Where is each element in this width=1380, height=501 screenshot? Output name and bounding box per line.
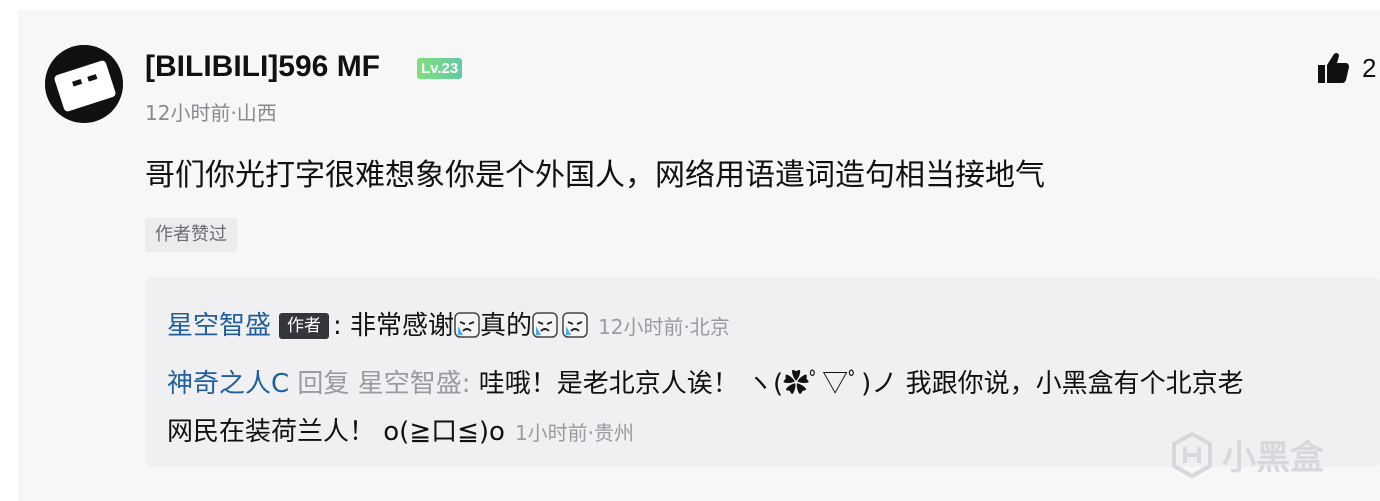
like-count: 2 <box>1362 52 1377 83</box>
like-button[interactable]: 2 <box>1316 50 1376 86</box>
thumbs-up-icon <box>1318 52 1349 83</box>
crying-emoji-icon <box>532 312 558 338</box>
reply-item: 星空智盛 作者: 非常感谢 真的 12小时前·北京 <box>167 305 730 342</box>
author-liked-tag: 作者赞过 <box>145 218 237 252</box>
reply-author-name[interactable]: 星空智盛 <box>167 311 271 341</box>
reply-word: 回复 <box>297 369 350 399</box>
reply-time-location: 12小时前·北京 <box>598 315 730 339</box>
username[interactable]: [BILIBILI]596 MF <box>145 50 380 84</box>
comment-text: 哥们你光打字很难想象你是个外国人，网络用语遣词造句相当接地气 <box>145 158 1045 193</box>
xiaoheihe-logo-icon <box>1172 431 1212 478</box>
crying-emoji-icon <box>562 312 588 338</box>
author-badge: 作者 <box>279 313 330 339</box>
reply-text-mid: 真的 <box>480 311 533 341</box>
reply-text-prefix: : 非常感谢 <box>333 311 455 341</box>
reply-time-location: 1小时前·贵州 <box>514 421 635 445</box>
reply-item: 神奇之人C 回复 星空智盛: 哇哦！是老北京人诶！ ヽ(✿ﾟ▽ﾟ)ノ 我跟你说，… <box>167 363 1244 400</box>
user-avatar[interactable] <box>45 45 123 123</box>
reply-to-name[interactable]: 星空智盛 <box>358 369 462 399</box>
crying-emoji-icon <box>454 312 480 338</box>
comment-time-location: 12小时前·山西 <box>145 101 277 125</box>
reply-item-continued: 网民在装荷兰人！ o(≧口≦)o 1小时前·贵州 <box>167 411 634 448</box>
reply-author-name[interactable]: 神奇之人C <box>167 369 289 399</box>
level-badge: Lv.23 <box>417 58 463 79</box>
reply-colon: : <box>461 369 471 399</box>
reply-text-line1: 哇哦！是老北京人诶！ ヽ(✿ﾟ▽ﾟ)ノ 我跟你说，小黑盒有个北京老 <box>478 369 1244 399</box>
reply-text-line2: 网民在装荷兰人！ o(≧口≦)o <box>167 417 505 447</box>
watermark-text: 小黑盒 <box>1222 438 1324 478</box>
xiaoheihe-watermark: 小黑盒 <box>1168 430 1324 479</box>
